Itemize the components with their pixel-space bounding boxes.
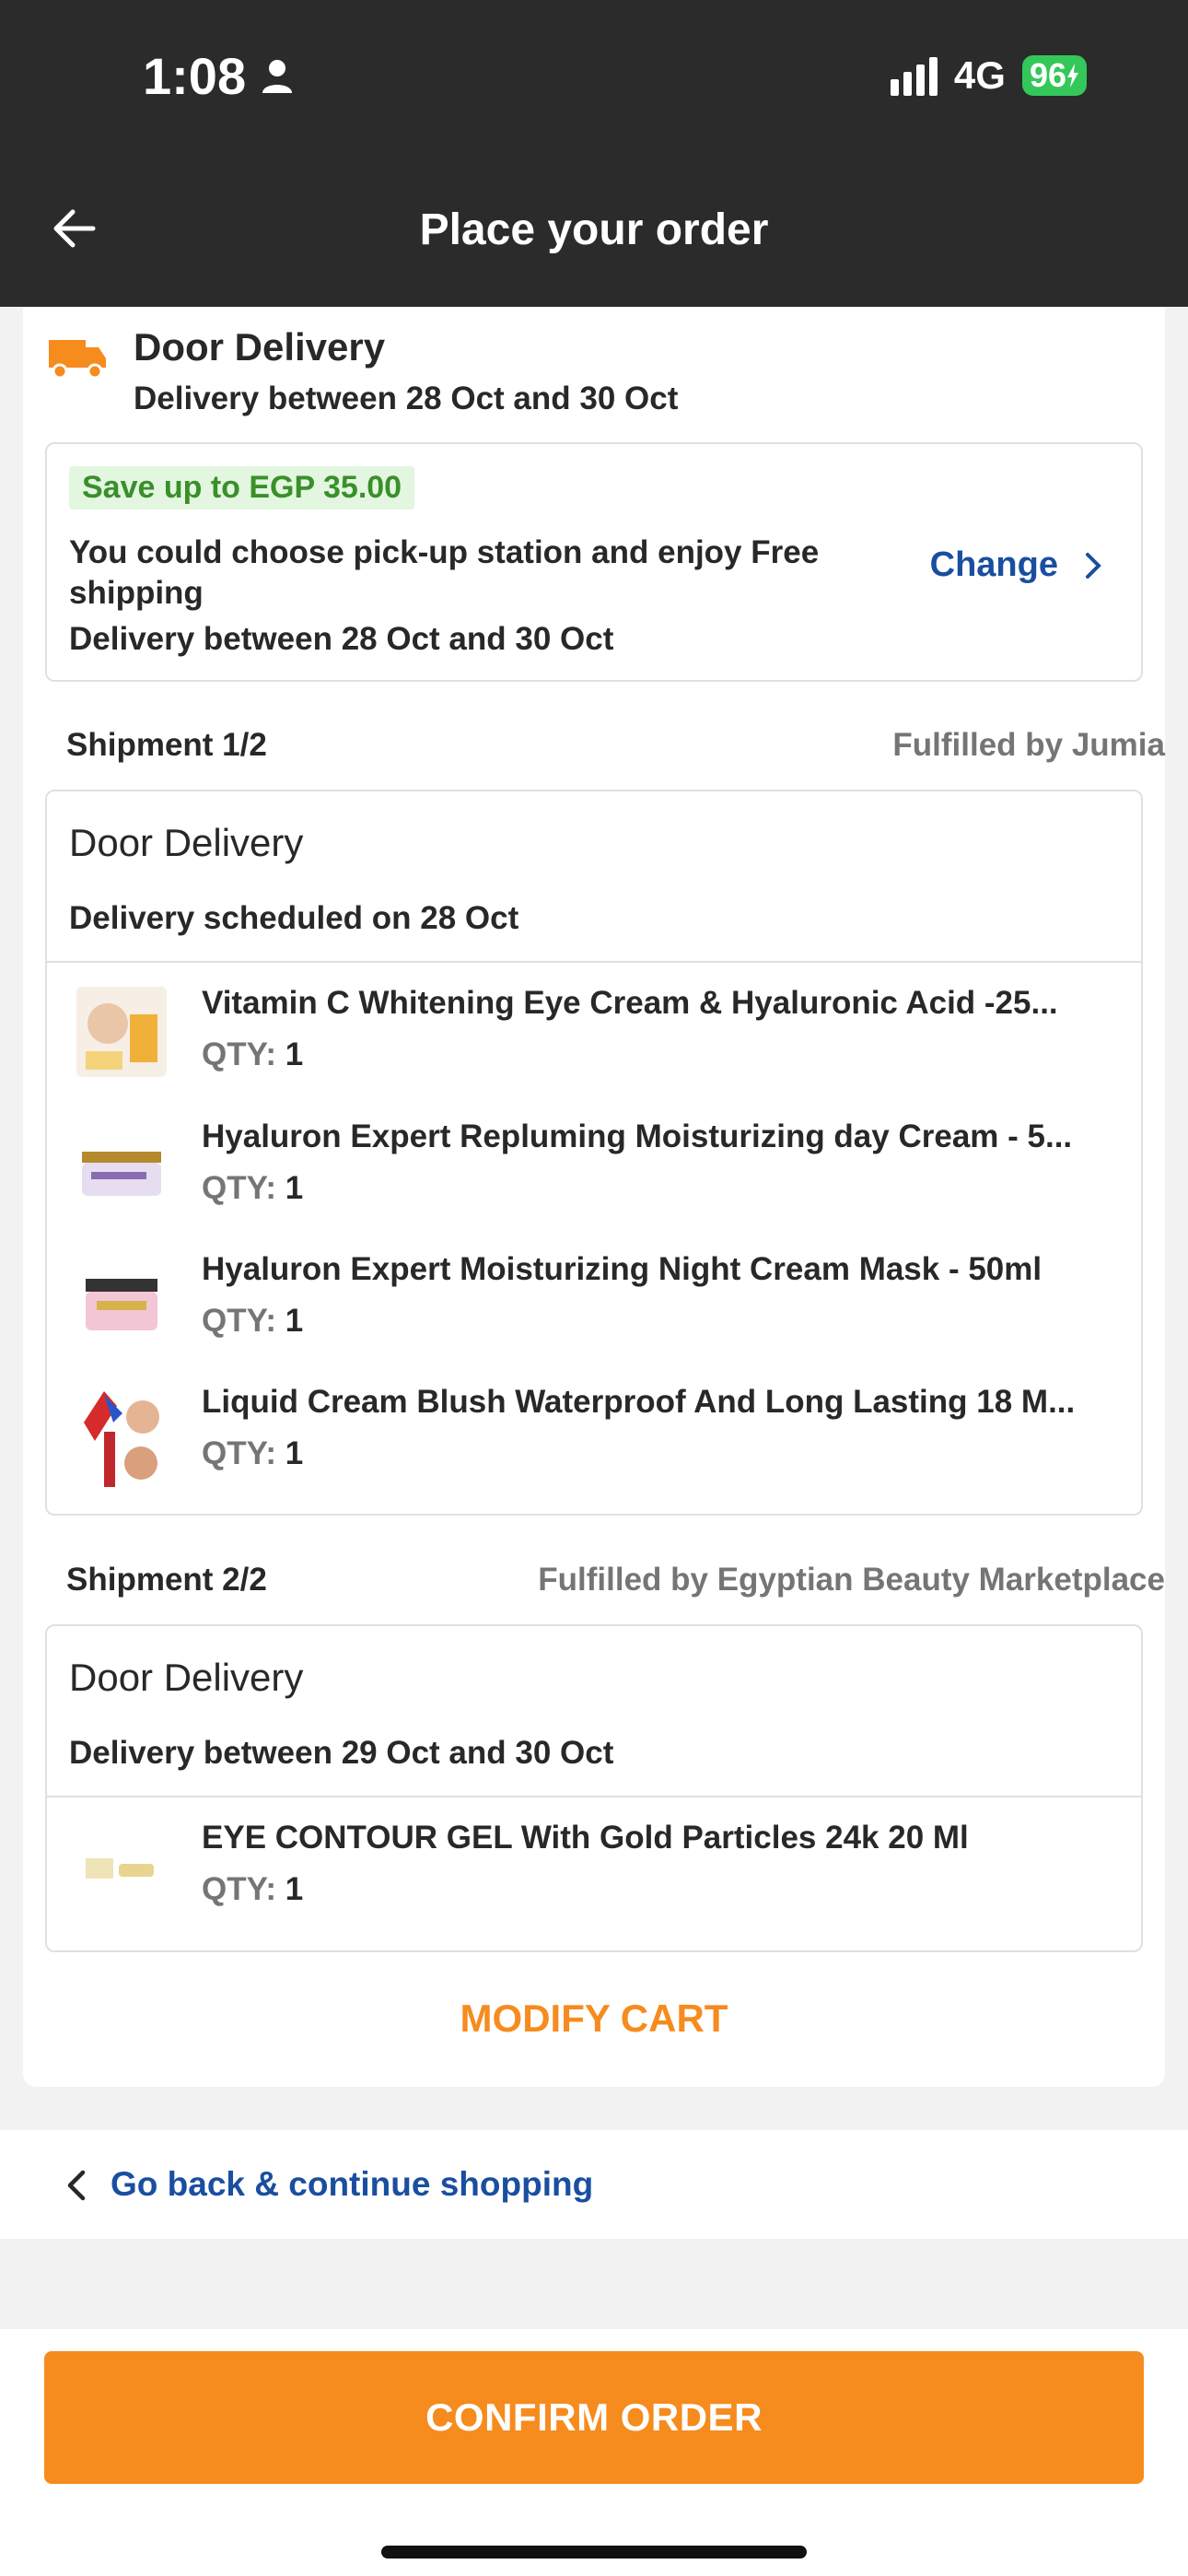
shipment-1-fulfilled: Fulfilled by Jumia — [892, 727, 1165, 763]
shipment-1-label: Shipment 1/2 — [66, 727, 267, 763]
person-icon — [262, 59, 293, 93]
network-type: 4G — [953, 53, 1006, 97]
top-bar: 1:08 4G 96 Place your order — [0, 0, 1188, 307]
product-name: Hyaluron Expert Repluming Moisturizing d… — [202, 1118, 1073, 1154]
chevron-left-icon — [67, 2170, 86, 2201]
page-title: Place your order — [419, 205, 769, 254]
go-back-link[interactable]: Go back & continue shopping — [111, 2165, 593, 2204]
status-time: 1:08 — [143, 46, 294, 106]
list-item[interactable]: Hyaluron Expert Moisturizing Night Cream… — [47, 1235, 1141, 1354]
bottom-bar: CONFIRM ORDER — [0, 2329, 1188, 2576]
battery-level: 96 — [1029, 56, 1066, 94]
product-thumbnail — [76, 987, 167, 1077]
product-qty: QTY: 1 — [202, 1036, 304, 1072]
product-name: Liquid Cream Blush Waterproof And Long L… — [202, 1384, 1076, 1420]
product-name: Vitamin C Whitening Eye Cream & Hyaluron… — [202, 985, 1058, 1021]
confirm-order-button[interactable]: CONFIRM ORDER — [44, 2351, 1144, 2484]
list-item[interactable]: Liquid Cream Blush Waterproof And Long L… — [47, 1367, 1141, 1494]
product-qty: QTY: 1 — [202, 1170, 304, 1206]
shipment-2-box: Door Delivery Delivery between 29 Oct an… — [45, 1624, 1143, 1952]
product-name: EYE CONTOUR GEL With Gold Particles 24k … — [202, 1820, 969, 1856]
charging-bolt-icon — [1067, 64, 1078, 88]
order-card: Door Delivery Delivery between 28 Oct an… — [23, 307, 1165, 2087]
shipment-2-schedule: Delivery between 29 Oct and 30 Oct — [69, 1735, 614, 1771]
change-button[interactable]: Change — [930, 545, 1102, 585]
product-thumbnail — [76, 1821, 167, 1912]
home-indicator[interactable] — [381, 2546, 807, 2558]
product-qty: QTY: 1 — [202, 1871, 304, 1907]
shipment-2-method: Door Delivery — [69, 1656, 304, 1699]
delivery-subtitle: Delivery between 28 Oct and 30 Oct — [134, 381, 679, 416]
clock: 1:08 — [143, 47, 247, 105]
list-item[interactable]: EYE CONTOUR GEL With Gold Particles 24k … — [47, 1803, 1141, 1923]
product-qty: QTY: 1 — [202, 1303, 304, 1339]
product-thumbnail — [76, 1386, 167, 1494]
savings-badge: Save up to EGP 35.00 — [69, 466, 415, 509]
shipment-2-label: Shipment 2/2 — [66, 1562, 267, 1598]
pickup-promo-box[interactable]: Save up to EGP 35.00 You could choose pi… — [45, 442, 1143, 682]
shipment-1-method: Door Delivery — [69, 821, 304, 864]
truck-icon — [49, 340, 106, 380]
go-back-row[interactable]: Go back & continue shopping — [0, 2130, 1188, 2239]
change-label: Change — [929, 545, 1058, 584]
shipment-2-fulfilled: Fulfilled by Egyptian Beauty Marketplace — [538, 1562, 1165, 1598]
list-item[interactable]: Vitamin C Whitening Eye Cream & Hyaluron… — [47, 968, 1141, 1088]
modify-cart-button[interactable]: MODIFY CART — [23, 1996, 1165, 2041]
delivery-title: Door Delivery — [134, 325, 386, 369]
shipment-1-box: Door Delivery Delivery scheduled on 28 O… — [45, 790, 1143, 1516]
status-indicators: 4G 96 — [890, 53, 1087, 98]
product-qty: QTY: 1 — [202, 1435, 304, 1471]
shipment-1-schedule: Delivery scheduled on 28 Oct — [69, 900, 519, 936]
list-item[interactable]: Hyaluron Expert Repluming Moisturizing d… — [47, 1102, 1141, 1222]
battery-icon: 96 — [1021, 55, 1087, 96]
signal-icon — [890, 55, 938, 96]
product-thumbnail — [76, 1120, 167, 1211]
chevron-right-icon — [1086, 552, 1101, 579]
product-name: Hyaluron Expert Moisturizing Night Cream… — [202, 1251, 1042, 1287]
product-thumbnail — [76, 1253, 167, 1343]
promo-delivery-date: Delivery between 28 Oct and 30 Oct — [69, 621, 614, 657]
promo-text: You could choose pick-up station and enj… — [69, 534, 820, 611]
